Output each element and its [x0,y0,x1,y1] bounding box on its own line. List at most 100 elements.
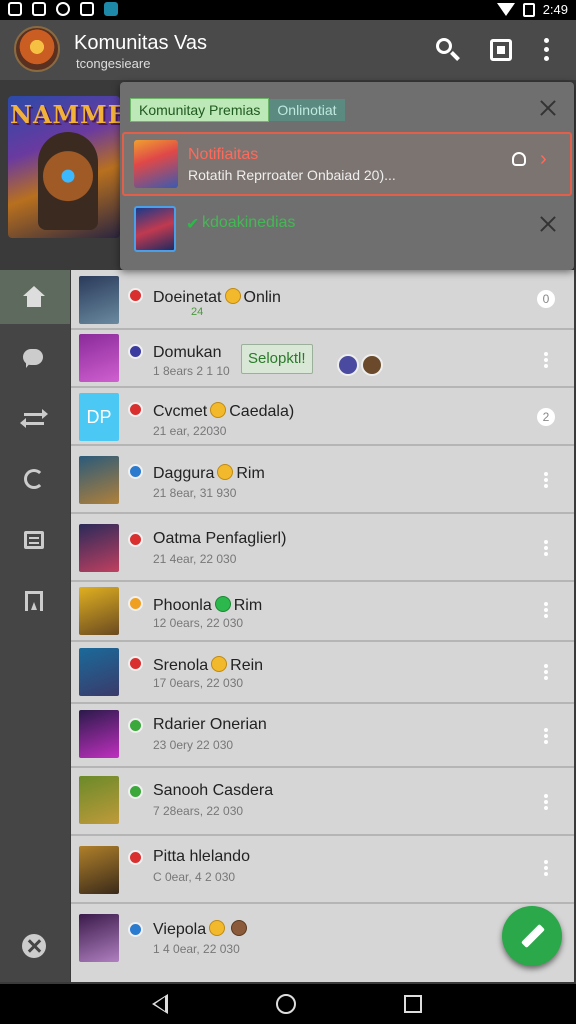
status-indicator [128,922,143,937]
chat-avatar [79,846,119,894]
posts-icon [22,530,46,552]
row-menu-icon[interactable] [539,600,553,620]
row-menu-icon[interactable] [539,858,553,878]
chat-row[interactable]: Rdarier Onerian 23 0ery 22 030 [71,704,574,768]
close-panel-button[interactable] [538,98,558,118]
status-time: 2:49 [542,2,568,17]
unread-badge[interactable]: 2 [537,408,555,426]
notification-icon [8,2,22,16]
row-menu-icon[interactable] [539,792,553,812]
bookmark-icon [22,590,46,612]
chat-avatar [79,648,119,696]
tab-premium[interactable]: Komunitay Premias [130,98,270,122]
swap-icon [20,408,48,430]
notification-item[interactable]: ✔ kdoakinedias [134,206,564,256]
community-banner[interactable]: NAMME [8,96,120,238]
recent-apps-icon[interactable] [404,995,422,1013]
pencil-icon [520,923,546,949]
status-indicator [128,784,143,799]
chat-name: Daggura Rim [153,464,265,482]
chat-row[interactable]: Doeinetat Onlin 24 0 [71,270,574,330]
app-icon [104,2,118,16]
status-emoji-icon [214,596,231,612]
close-icon [538,214,558,234]
chat-row[interactable]: Domukan 1 8ears 2 1 10 Selopktl! [71,330,574,388]
refresh-icon [22,468,46,490]
status-indicator [128,656,143,671]
status-indicator [128,532,143,547]
chat-row[interactable]: Daggura Rim 21 8ear, 31 930 [71,446,574,514]
chat-avatar [79,914,119,962]
chat-icon [22,348,46,370]
select-tag[interactable]: Selopktl! [241,344,313,374]
banner-title: NAMME [10,100,120,129]
status-indicator [128,344,143,359]
chat-time: 17 0ears, 22 030 [153,676,244,690]
nav-chats[interactable] [0,332,70,386]
unread-badge[interactable]: 0 [537,290,555,308]
chat-time: C 0ear, 4 2 030 [153,870,236,884]
nav-posts[interactable] [0,514,70,568]
chat-name: Rdarier Onerian [153,716,267,733]
layout-icon[interactable] [486,34,518,66]
chat-name: Phoonla Rim [153,596,263,614]
chat-row[interactable]: Sanooh Casdera 7 28ears, 22 030 [71,768,574,836]
status-icons-left [8,2,118,16]
chat-time: 21 8ear, 31 930 [153,486,237,500]
chat-name: Viepola [153,920,250,939]
tools-icon [22,934,46,958]
chevron-right-icon[interactable]: › [540,148,547,171]
back-icon[interactable] [152,994,168,1014]
nav-bookmarks[interactable] [0,574,70,628]
chat-time: 1 4 0ear, 22 030 [153,942,240,956]
community-logo[interactable] [14,26,60,72]
chat-avatar [79,276,119,324]
status-indicator [128,850,143,865]
notification-title: Notifiaitas [188,146,259,163]
row-menu-icon[interactable] [539,538,553,558]
chat-name: Domukan [153,344,222,361]
row-menu-icon[interactable] [539,662,553,682]
more-options-icon[interactable] [534,34,566,66]
status-indicator [128,402,143,417]
chat-row[interactable]: Pitta hlelando C 0ear, 4 2 030 [71,836,574,904]
row-menu-icon[interactable] [539,350,553,370]
chat-time: 21 ear, 22030 [153,424,227,438]
chat-row[interactable]: DP Cvcmet Caedala) 21 ear, 22030 2 [71,388,574,446]
search-icon[interactable] [432,34,464,66]
smile-emoji-icon [224,288,241,304]
music-icon [56,2,70,16]
compose-button[interactable] [502,906,562,966]
row-menu-icon[interactable] [539,470,553,490]
dismiss-notification-button[interactable] [538,214,558,234]
app-screen: 2:49 Komunitas Vas tcongesieare NAMME Do… [0,0,576,1024]
chat-avatar [79,587,119,635]
home-button-icon[interactable] [276,994,296,1014]
nav-transfer[interactable] [0,392,70,446]
row-menu-icon[interactable] [539,726,553,746]
chat-row[interactable]: Phoonla Rim 12 0ears, 22 030 [71,582,574,642]
notification-item[interactable]: Notifiaitas Rotatih Reprroater Onbaiad 2… [122,132,572,196]
nav-home[interactable] [0,270,70,324]
chat-time: 21 4ear, 22 030 [153,552,237,566]
status-indicator [128,596,143,611]
notification-header: Komunitay Premias Onlinotiat [130,98,345,122]
image-icon [80,2,94,16]
chat-row[interactable]: Oatma Penfaglierl) 21 4ear, 22 030 [71,514,574,582]
chat-row[interactable]: Srenola Rein 17 0ears, 22 030 [71,642,574,704]
check-icon: ✔ [186,216,200,233]
tab-online[interactable]: Onlinotiat [269,99,345,121]
smile-emoji-icon [217,464,234,480]
app-bar: Komunitas Vas tcongesieare [0,20,576,80]
bell-icon[interactable] [512,152,526,166]
smile-emoji-icon [211,656,228,672]
nav-refresh[interactable] [0,452,70,506]
chat-time: 7 28ears, 22 030 [153,804,244,818]
chat-time: 12 0ears, 22 030 [153,616,244,630]
chat-row[interactable]: Viepola 1 4 0ear, 22 030 [71,904,574,982]
nav-tools[interactable] [0,918,70,972]
notification-title: kdoakinedias [202,214,296,231]
chat-time: 1 8ears 2 1 10 [153,364,230,378]
banner-character-image [38,132,98,230]
face-emoji-icon [210,402,227,418]
